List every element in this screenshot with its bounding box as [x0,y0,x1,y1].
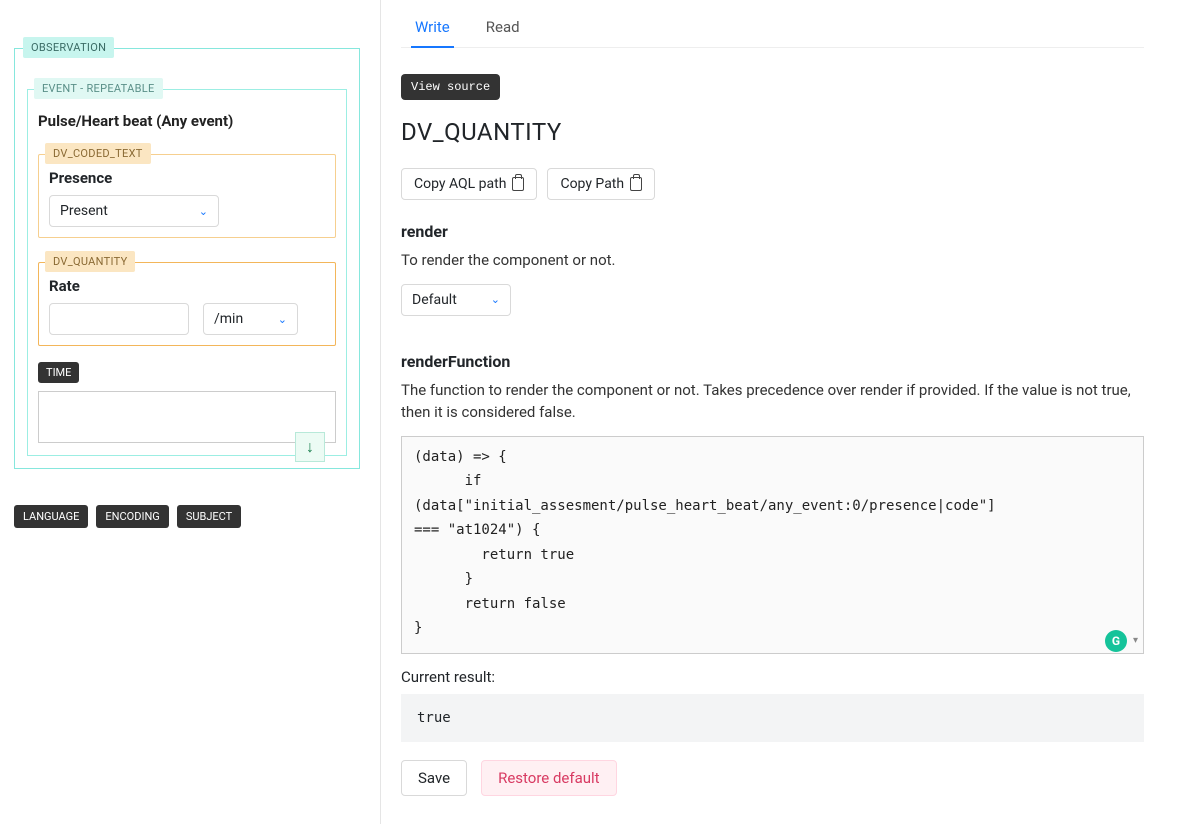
presence-value: Present [60,203,108,219]
presence-select[interactable]: Present ⌄ [49,195,219,227]
clipboard-icon [630,177,642,191]
subject-badge[interactable]: SUBJECT [177,505,241,528]
rate-field: DV_QUANTITY Rate /min ⌄ [38,262,336,346]
event-block: EVENT - REPEATABLE Pulse/Heart beat (Any… [27,89,347,456]
observation-card: OBSERVATION EVENT - REPEATABLE Pulse/Hea… [14,48,360,469]
tab-read[interactable]: Read [482,10,524,47]
renderfn-editor[interactable] [401,436,1144,654]
language-badge[interactable]: LANGUAGE [14,505,88,528]
observation-tag: OBSERVATION [23,37,114,58]
grammarly-icon[interactable]: G [1105,630,1127,652]
event-title: Pulse/Heart beat (Any event) [38,112,336,130]
tabs: Write Read [401,0,1144,48]
chevron-down-icon: ⌄ [278,313,287,326]
render-title: render [401,222,1144,241]
arrow-down-icon: ↓ [306,437,314,457]
save-button[interactable]: Save [401,760,467,796]
footer-badges: LANGUAGE ENCODING SUBJECT [14,505,360,528]
tab-write[interactable]: Write [411,10,454,48]
rate-input[interactable] [49,303,189,335]
restore-default-button[interactable]: Restore default [481,760,616,796]
rate-unit-select[interactable]: /min ⌄ [203,303,298,335]
presence-field: DV_CODED_TEXT Presence Present ⌄ [38,154,336,238]
copy-path-button[interactable]: Copy Path [547,168,655,200]
dv-coded-text-tag: DV_CODED_TEXT [45,143,151,164]
copy-aql-path-button[interactable]: Copy AQL path [401,168,537,200]
time-tag: TIME [38,362,79,383]
time-box: ↓ [38,391,336,443]
render-select[interactable]: Default ⌄ [401,284,511,316]
chevron-down-icon: ⌄ [199,205,208,218]
clipboard-icon [512,177,524,191]
presence-label: Presence [49,169,325,187]
type-heading: DV_QUANTITY [401,118,1144,146]
result-box: true [401,694,1144,742]
render-desc: To render the component or not. [401,249,1144,272]
encoding-badge[interactable]: ENCODING [96,505,168,528]
render-value: Default [412,292,457,308]
copy-path-label: Copy Path [560,176,624,192]
rate-unit: /min [214,311,243,327]
event-tag: EVENT - REPEATABLE [34,78,163,99]
renderfn-desc: The function to render the component or … [401,379,1144,424]
dv-quantity-tag: DV_QUANTITY [45,251,135,272]
form-preview-panel: OBSERVATION EVENT - REPEATABLE Pulse/Hea… [0,0,380,824]
view-source-button[interactable]: View source [401,74,500,100]
rate-label: Rate [49,277,325,295]
add-event-button[interactable]: ↓ [295,432,325,462]
renderfn-title: renderFunction [401,352,1144,371]
chevron-down-icon[interactable]: ▾ [1133,635,1138,646]
properties-panel: Write Read View source DV_QUANTITY Copy … [381,0,1200,824]
result-label: Current result: [401,668,1144,686]
time-section: TIME ↓ [38,362,336,443]
copy-aql-label: Copy AQL path [414,176,506,192]
chevron-down-icon: ⌄ [491,293,500,306]
